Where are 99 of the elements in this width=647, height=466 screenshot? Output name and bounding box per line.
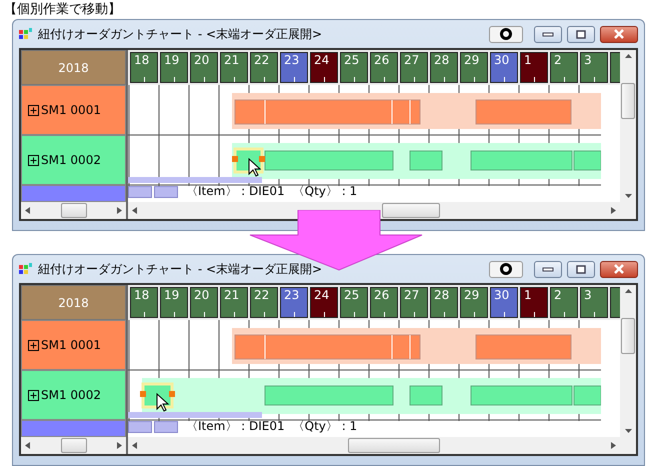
day-header: 18 [130,52,158,83]
scroll-right-icon[interactable] [611,207,616,214]
day-header: 25 [340,287,368,318]
day-header: 22 [250,52,278,83]
scroll-down-icon[interactable] [624,194,632,198]
day-header: 23 [280,52,308,83]
close-icon [613,29,625,39]
legend-swatch [154,186,178,198]
expand-icon[interactable] [28,154,39,166]
day-header: 24 [310,287,338,318]
ring-icon [499,262,513,276]
scrollbar[interactable] [128,437,636,454]
day-header: 25 [340,52,368,83]
day-header: 27 [400,52,428,83]
day-header: 26 [370,287,398,318]
row-label: SM1 0002 [41,388,101,402]
caption: 【個別作業で移動】 [3,1,122,19]
day-header: 29 [460,52,488,83]
maximize-icon [576,264,586,274]
scroll-thumb[interactable] [60,203,86,218]
scroll-right-icon[interactable] [117,207,122,214]
scroll-thumb[interactable] [621,318,635,354]
tooltip-text: 〈Item〉 : DIE01 [186,183,285,200]
day-header: 30 [490,287,518,318]
cursor-icon [156,392,170,412]
scrollbar[interactable] [620,50,636,202]
window-title: 紐付けオーダガントチャート - <末端オーダ正展開> [38,26,324,42]
row-header[interactable]: SM1 0002 [21,370,126,420]
window-title: 紐付けオーダガントチャート - <末端オーダ正展開> [38,260,324,278]
app-icon [19,263,33,275]
cursor-icon [248,158,262,177]
app-icon [19,28,33,40]
scroll-down-icon[interactable] [624,429,632,433]
expand-icon[interactable] [28,340,39,350]
scroll-thumb[interactable] [348,438,440,453]
scroll-up-icon[interactable] [624,289,632,293]
tooltip-text: 〈Qty〉 : 1 [292,418,358,435]
expand-icon[interactable] [28,104,39,116]
pin-button[interactable] [489,260,523,278]
day-header: 27 [400,287,428,318]
day-header: 3 [580,287,608,318]
day-header: 19 [160,287,188,318]
year-header: 2018 [21,285,126,320]
legend-swatch [154,420,178,432]
day-header: 18 [130,287,158,318]
day-header: 26 [370,52,398,83]
scroll-right-icon[interactable] [611,442,616,449]
row-label: SM1 0002 [41,153,101,167]
maximize-button[interactable] [567,26,595,42]
scroll-left-icon[interactable] [25,207,30,214]
day-header: 24 [310,52,338,83]
day-header: 19 [160,52,188,83]
pin-button[interactable] [489,26,523,42]
row-header[interactable]: SM1 0001 [21,320,126,370]
day-header: 1 [520,52,548,83]
scroll-thumb[interactable] [382,203,440,218]
day-header: 23 [280,287,308,318]
maximize-button[interactable] [567,260,595,278]
row-label: SM1 0001 [41,103,101,117]
row-header[interactable]: SM1 0002 [21,135,126,185]
day-header: 3 [580,52,608,83]
day-header: 20 [190,287,218,318]
legend-swatch [128,186,152,198]
year-header: 2018 [21,50,126,85]
scrollbar[interactable] [128,202,636,219]
scroll-up-icon[interactable] [624,54,632,58]
close-icon [613,264,625,274]
scrollbar[interactable] [620,285,636,437]
ring-icon [499,27,513,41]
scroll-left-icon[interactable] [132,442,137,449]
minimize-icon [542,266,554,272]
day-header: 28 [430,52,458,83]
scroll-thumb[interactable] [60,438,86,453]
day-header: 21 [220,287,248,318]
day-header: 1 [520,287,548,318]
day-header: 2 [550,52,578,83]
close-button[interactable] [600,26,638,42]
row-header[interactable]: SM1 0001 [21,85,126,135]
tooltip-text: 〈Item〉 : DIE01 [186,418,285,435]
scroll-right-icon[interactable] [117,442,122,449]
tooltip-text: 〈Qty〉 : 1 [292,183,358,200]
day-header: 22 [250,287,278,318]
minimize-icon [542,31,554,37]
expand-icon[interactable] [28,390,39,400]
day-header: 28 [430,287,458,318]
scroll-left-icon[interactable] [132,207,137,214]
minimize-button[interactable] [534,26,562,42]
close-button[interactable] [600,260,638,278]
day-header: 29 [460,287,488,318]
day-header: 21 [220,52,248,83]
day-header: 2 [550,287,578,318]
day-header: 30 [490,52,518,83]
scroll-left-icon[interactable] [25,442,30,449]
minimize-button[interactable] [534,260,562,278]
row-label: SM1 0001 [41,338,101,352]
legend-swatch [128,420,152,432]
maximize-icon [576,30,586,38]
day-header: 20 [190,52,218,83]
scroll-thumb[interactable] [621,83,635,119]
